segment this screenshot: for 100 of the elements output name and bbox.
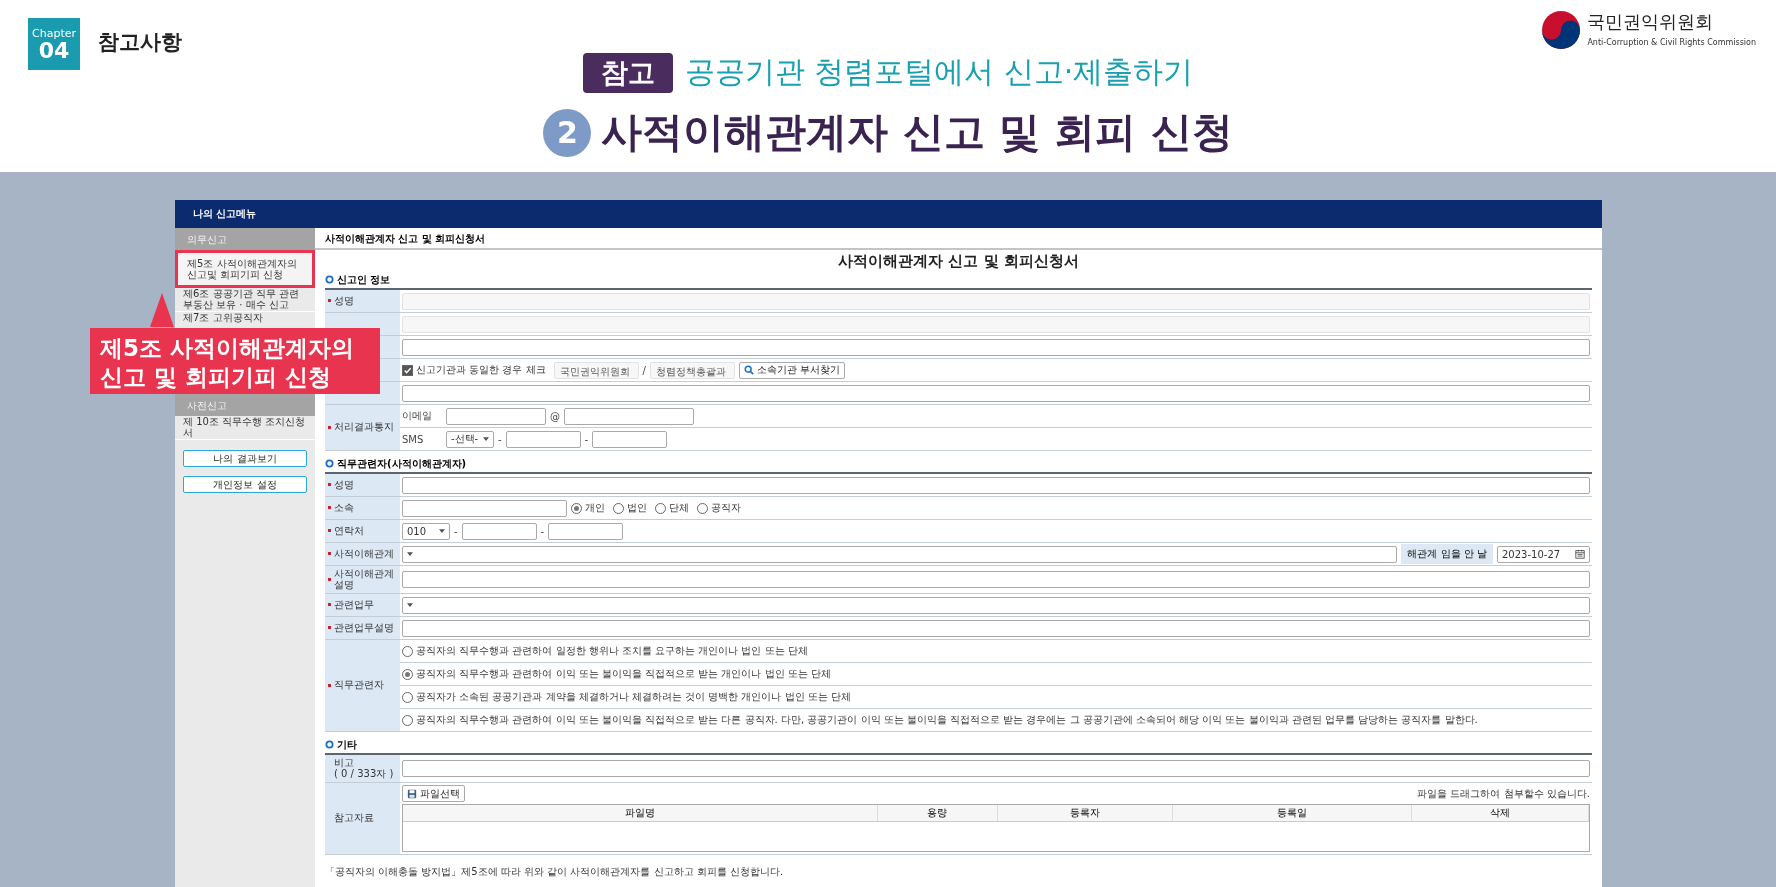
logo-name: 국민권익위원회 bbox=[1587, 10, 1715, 34]
menu-heading: 사전신고 bbox=[175, 394, 315, 416]
field-label: 이메일 bbox=[402, 409, 433, 423]
field-label: 사적이해관계 bbox=[325, 543, 400, 565]
field-label: 소속 bbox=[325, 497, 400, 519]
menu-title: 나의 신고메뉴 bbox=[193, 207, 257, 221]
menu-heading: 의무신고 bbox=[175, 228, 315, 250]
field-label: 사적이해관계설명 bbox=[325, 566, 400, 593]
input-field[interactable] bbox=[461, 522, 537, 540]
column-header: 등록자 bbox=[997, 805, 1174, 821]
field-label: 비고 bbox=[334, 758, 355, 769]
emblem-icon bbox=[1541, 10, 1582, 50]
field-label: 처리결과통지 bbox=[325, 405, 400, 450]
field-label: 관련업무 bbox=[325, 594, 400, 616]
floppy-icon bbox=[407, 788, 417, 799]
file-select-button[interactable]: 파일선택 bbox=[402, 785, 465, 802]
dropdown[interactable]: -선택- bbox=[446, 430, 494, 448]
radio-label: 공직자의 직무수행과 관련하여 일정한 행위나 조치를 요구하는 개인이나 법인 또는 단체 bbox=[416, 644, 808, 658]
input-field[interactable] bbox=[548, 522, 624, 540]
input-field[interactable] bbox=[402, 476, 1590, 494]
column-header: 삭제 bbox=[1411, 805, 1589, 821]
radio-label: 법인 bbox=[627, 501, 647, 515]
checkbox[interactable] bbox=[402, 364, 413, 376]
menu-button[interactable]: 나의 결과보기 bbox=[183, 450, 307, 467]
bullet-icon bbox=[325, 275, 334, 284]
field-label: 관련업무설명 bbox=[325, 617, 400, 639]
radio-button[interactable] bbox=[697, 502, 708, 514]
input-field[interactable] bbox=[505, 430, 581, 448]
dropdown[interactable] bbox=[402, 596, 1590, 614]
drag-hint: 파일을 드래그하여 첨부할수 있습니다. bbox=[1417, 786, 1590, 801]
character-counter: ( 0 / 333자 ) bbox=[334, 768, 395, 779]
input-field: 국민권익위원회 bbox=[553, 361, 639, 379]
separator-text: - bbox=[498, 433, 502, 445]
column-header: 등록일 bbox=[1173, 805, 1412, 821]
field-label: 연락처 bbox=[325, 520, 400, 542]
chapter-number: 04 bbox=[38, 39, 70, 62]
radio-label: 개인 bbox=[585, 501, 605, 515]
chapter-label: Chapter bbox=[32, 26, 76, 40]
section-title: 참고사항 bbox=[98, 29, 182, 56]
separator-text: - bbox=[540, 525, 545, 537]
menu-button[interactable]: 개인정보 설정 bbox=[183, 476, 307, 493]
menu-item[interactable]: 제5조 사적이해관계자의 신고및 회피기피 신청 bbox=[175, 250, 315, 288]
field-label: 성명 bbox=[325, 474, 400, 496]
separator-text: - bbox=[584, 433, 589, 445]
step-number: 2 bbox=[543, 108, 592, 157]
input-field[interactable] bbox=[402, 499, 567, 517]
dropdown[interactable]: 010 bbox=[402, 522, 450, 540]
radio-button[interactable] bbox=[655, 502, 666, 514]
logo-subtitle: Anti-Corruption & Civil Rights Commission bbox=[1587, 38, 1756, 47]
input-field[interactable] bbox=[402, 571, 1590, 588]
form-title: 사적이해관계자 신고 및 회피신청서 bbox=[837, 251, 1080, 271]
section-heading: 신고인 정보 bbox=[337, 272, 391, 287]
slide-subtitle: 공공기관 청렴포털에서 신고·제출하기 bbox=[684, 53, 1194, 91]
menu-item[interactable]: 제 10조 직무수행 조치신청서 bbox=[175, 416, 315, 440]
callout-pointer bbox=[150, 292, 174, 328]
check-icon bbox=[403, 365, 412, 375]
radio-button[interactable] bbox=[402, 668, 413, 680]
page-heading: 사적이해관계자 신고 및 회피신청서 bbox=[315, 228, 1602, 250]
separator-text: @ bbox=[550, 410, 560, 422]
field-label: 성명 bbox=[325, 290, 400, 312]
field-label: 참고자료 bbox=[325, 783, 400, 854]
column-header: 용량 bbox=[877, 805, 998, 821]
radio-label: 공직자가 소속된 공공기관과 계약을 체결하거나 체결하려는 것이 명백한 개인이나 법인 또는 단체 bbox=[416, 690, 851, 704]
date-field[interactable]: 2023-10-27 bbox=[1497, 545, 1590, 563]
section-heading: 기타 bbox=[337, 737, 357, 752]
checkbox-label: 신고기관과 동일한 경우 체크 bbox=[416, 363, 546, 377]
radio-button[interactable] bbox=[402, 645, 413, 657]
input-field[interactable] bbox=[564, 407, 694, 425]
radio-button[interactable] bbox=[613, 502, 624, 514]
caret-icon bbox=[439, 529, 445, 533]
dropdown[interactable] bbox=[402, 545, 1398, 563]
radio-label: 공직자의 직무수행과 관련하여 이익 또는 불이익을 직접적으로 받는 개인이나 법인 또는 단체 bbox=[416, 667, 831, 681]
input-field[interactable] bbox=[592, 430, 668, 448]
input-field: 청렴정책총괄과 bbox=[649, 361, 735, 379]
input-field[interactable] bbox=[402, 384, 1590, 402]
tag-badge: 참고 bbox=[582, 52, 673, 93]
find-button[interactable]: 소속기관 부서찾기 bbox=[738, 361, 846, 379]
field-label: 직무관련자 bbox=[325, 640, 400, 731]
radio-button[interactable] bbox=[402, 691, 413, 703]
callout-label: 제5조 사적이해관계자의 신고 및 회피기피 신청 bbox=[90, 328, 380, 394]
radio-button[interactable] bbox=[571, 502, 582, 514]
field-label: 해관계 임을 안 날 bbox=[1401, 544, 1493, 564]
bullet-icon bbox=[325, 740, 334, 749]
radio-button[interactable] bbox=[402, 714, 413, 726]
separator-text: - bbox=[454, 525, 458, 537]
bullet-icon bbox=[325, 459, 334, 468]
radio-label: 공직자의 직무수행과 관련하여 이익 또는 불이익을 직접적으로 받는 다른 공직자. 다만, 공공기관이 이익 또는 불이익을 직접적으로 받는 경우에는 그 공공기관에 소속되어 해당 이익 또는 불이익과 관련된 업무를 담당하는 공직자를 말한다. bbox=[416, 713, 1478, 727]
slide-title: 사적이해관계자 신고 및 회피 신청 bbox=[601, 107, 1233, 158]
caret-icon bbox=[483, 437, 489, 441]
input-field[interactable] bbox=[402, 760, 1590, 777]
caret-icon bbox=[407, 552, 413, 556]
input-field[interactable] bbox=[446, 407, 546, 425]
separator-text: / bbox=[642, 364, 646, 376]
input-field[interactable] bbox=[402, 338, 1590, 356]
input-field[interactable] bbox=[402, 619, 1590, 637]
field-label: SMS bbox=[402, 433, 425, 445]
section-heading: 직무관련자(사적이해관계자) bbox=[337, 456, 467, 471]
search-icon bbox=[743, 365, 754, 375]
menu-item[interactable]: 제6조 공공기관 직무 관련 부동산 보유 · 매수 신고 bbox=[175, 288, 315, 312]
caret-icon bbox=[407, 603, 413, 607]
